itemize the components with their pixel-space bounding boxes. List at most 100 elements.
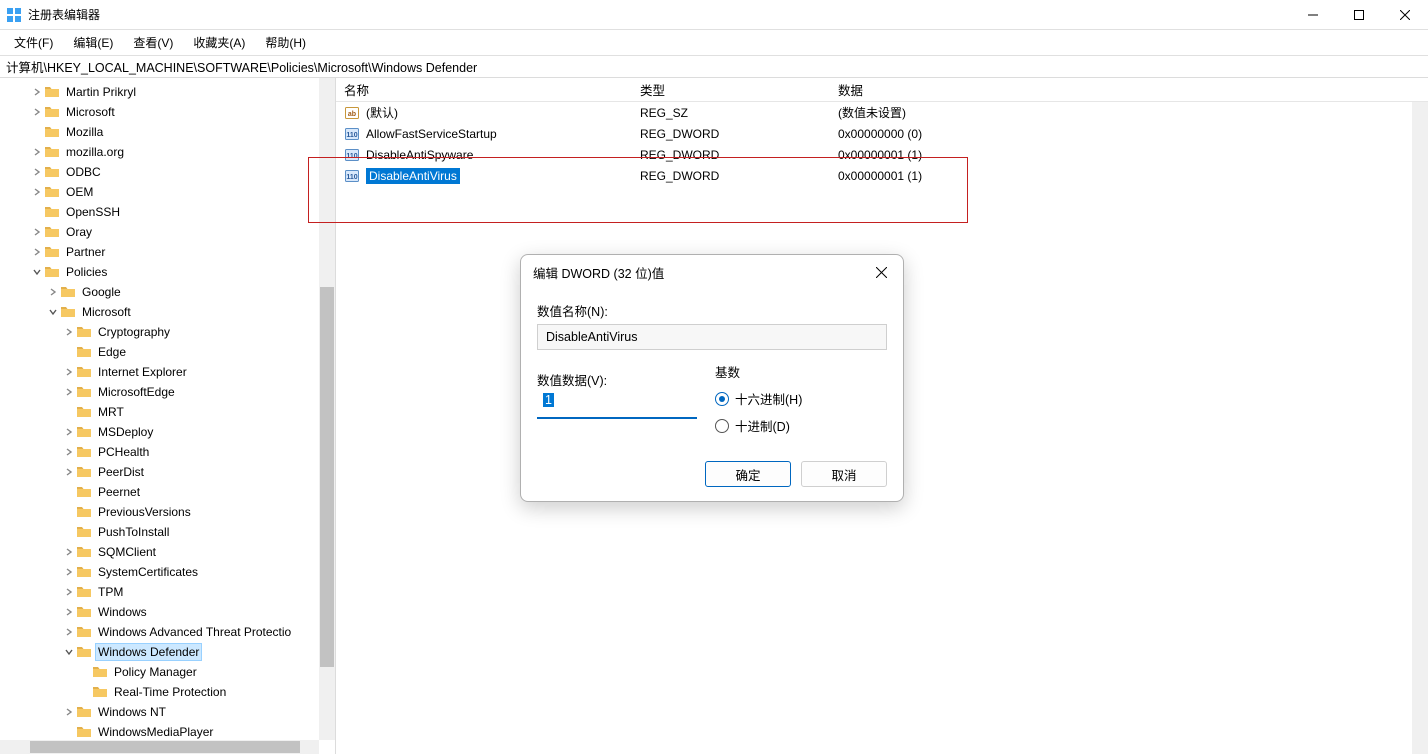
chevron-right-icon[interactable] <box>30 148 44 156</box>
chevron-right-icon[interactable] <box>62 328 76 336</box>
radio-hex[interactable]: 十六进制(H) <box>715 389 802 408</box>
menu-favorites[interactable]: 收藏夹(A) <box>185 31 253 54</box>
tree-item[interactable]: Partner <box>0 242 335 262</box>
tree-horizontal-scrollbar[interactable] <box>0 740 319 754</box>
tree-item[interactable]: Windows Advanced Threat Protectio <box>0 622 335 642</box>
tree-item[interactable]: PushToInstall <box>0 522 335 542</box>
value-data: 0x00000000 (0) <box>838 127 1428 141</box>
tree-item-label: Google <box>80 284 123 300</box>
tree-item[interactable]: Peernet <box>0 482 335 502</box>
column-header-type[interactable]: 类型 <box>632 80 830 99</box>
radio-dec[interactable]: 十进制(D) <box>715 416 802 435</box>
chevron-right-icon[interactable] <box>62 548 76 556</box>
chevron-right-icon[interactable] <box>46 288 60 296</box>
scrollbar-thumb[interactable] <box>320 287 334 667</box>
ok-button[interactable]: 确定 <box>705 461 791 487</box>
chevron-right-icon[interactable] <box>62 448 76 456</box>
chevron-right-icon[interactable] <box>30 88 44 96</box>
chevron-right-icon[interactable] <box>62 368 76 376</box>
value-name-field[interactable] <box>537 324 887 350</box>
chevron-right-icon[interactable] <box>30 108 44 116</box>
column-header-name[interactable]: 名称 <box>336 80 632 99</box>
tree-item[interactable]: Internet Explorer <box>0 362 335 382</box>
chevron-right-icon[interactable] <box>62 468 76 476</box>
chevron-right-icon[interactable] <box>62 628 76 636</box>
value-row[interactable]: 110AllowFastServiceStartupREG_DWORD0x000… <box>336 123 1428 144</box>
menu-help[interactable]: 帮助(H) <box>257 31 314 54</box>
maximize-button[interactable] <box>1336 0 1382 29</box>
tree-item[interactable]: TPM <box>0 582 335 602</box>
column-header-data[interactable]: 数据 <box>830 80 1428 99</box>
tree-item[interactable]: Mozilla <box>0 122 335 142</box>
menu-edit[interactable]: 编辑(E) <box>65 31 121 54</box>
tree-item[interactable]: Google <box>0 282 335 302</box>
tree-vertical-scrollbar[interactable] <box>319 78 335 740</box>
tree-item[interactable]: OEM <box>0 182 335 202</box>
tree-item[interactable]: MSDeploy <box>0 422 335 442</box>
tree-item[interactable]: Real-Time Protection <box>0 682 335 702</box>
folder-icon <box>76 404 92 420</box>
tree-item-label: TPM <box>96 584 125 600</box>
tree-item-label: PushToInstall <box>96 524 171 540</box>
chevron-right-icon[interactable] <box>62 568 76 576</box>
chevron-down-icon[interactable] <box>30 268 44 276</box>
svg-text:110: 110 <box>346 174 357 181</box>
tree-item[interactable]: Policy Manager <box>0 662 335 682</box>
folder-icon <box>60 304 76 320</box>
tree-item[interactable]: MRT <box>0 402 335 422</box>
tree-item[interactable]: OpenSSH <box>0 202 335 222</box>
tree-item[interactable]: WindowsMediaPlayer <box>0 722 335 742</box>
tree-item[interactable]: SystemCertificates <box>0 562 335 582</box>
tree-item-label: Windows Advanced Threat Protectio <box>96 624 293 640</box>
value-row[interactable]: 110DisableAntiSpywareREG_DWORD0x00000001… <box>336 144 1428 165</box>
address-bar[interactable]: 计算机\HKEY_LOCAL_MACHINE\SOFTWARE\Policies… <box>0 56 1428 78</box>
tree-item-label: mozilla.org <box>64 144 126 160</box>
chevron-right-icon[interactable] <box>62 428 76 436</box>
tree-item[interactable]: ODBC <box>0 162 335 182</box>
value-data: 0x00000001 (1) <box>838 169 1428 183</box>
cancel-button[interactable]: 取消 <box>801 461 887 487</box>
tree-item[interactable]: Windows <box>0 602 335 622</box>
tree-item[interactable]: Windows NT <box>0 702 335 722</box>
tree-item-label: Cryptography <box>96 324 172 340</box>
value-data: (数值未设置) <box>838 104 1428 121</box>
list-vertical-scrollbar[interactable] <box>1412 102 1428 754</box>
tree-item[interactable]: Microsoft <box>0 102 335 122</box>
chevron-right-icon[interactable] <box>30 188 44 196</box>
tree-item[interactable]: Policies <box>0 262 335 282</box>
reg-binary-icon: 110 <box>344 126 360 142</box>
chevron-right-icon[interactable] <box>62 608 76 616</box>
minimize-button[interactable] <box>1290 0 1336 29</box>
tree-item[interactable]: Martin Prikryl <box>0 82 335 102</box>
value-row[interactable]: 110DisableAntiVirusREG_DWORD0x00000001 (… <box>336 165 1428 186</box>
tree-item-label: MicrosoftEdge <box>96 384 177 400</box>
chevron-right-icon[interactable] <box>30 248 44 256</box>
chevron-right-icon[interactable] <box>30 228 44 236</box>
value-row[interactable]: ab(默认)REG_SZ(数值未设置) <box>336 102 1428 123</box>
dialog-close-button[interactable] <box>871 262 891 282</box>
tree-item[interactable]: Cryptography <box>0 322 335 342</box>
tree-item[interactable]: PCHealth <box>0 442 335 462</box>
tree-item[interactable]: SQMClient <box>0 542 335 562</box>
svg-text:110: 110 <box>346 153 357 160</box>
menu-file[interactable]: 文件(F) <box>6 31 61 54</box>
chevron-right-icon[interactable] <box>62 388 76 396</box>
tree-item[interactable]: PeerDist <box>0 462 335 482</box>
folder-icon <box>76 724 92 740</box>
chevron-right-icon[interactable] <box>62 708 76 716</box>
tree-item[interactable]: MicrosoftEdge <box>0 382 335 402</box>
menu-view[interactable]: 查看(V) <box>125 31 181 54</box>
tree-item[interactable]: Oray <box>0 222 335 242</box>
close-button[interactable] <box>1382 0 1428 29</box>
tree-item[interactable]: Microsoft <box>0 302 335 322</box>
chevron-down-icon[interactable] <box>62 648 76 656</box>
tree-item[interactable]: mozilla.org <box>0 142 335 162</box>
chevron-right-icon[interactable] <box>62 588 76 596</box>
tree-item[interactable]: Edge <box>0 342 335 362</box>
tree-item[interactable]: Windows Defender <box>0 642 335 662</box>
scrollbar-thumb[interactable] <box>30 741 300 753</box>
tree-item[interactable]: PreviousVersions <box>0 502 335 522</box>
chevron-right-icon[interactable] <box>30 168 44 176</box>
value-data-field[interactable]: 1 <box>537 393 697 419</box>
chevron-down-icon[interactable] <box>46 308 60 316</box>
